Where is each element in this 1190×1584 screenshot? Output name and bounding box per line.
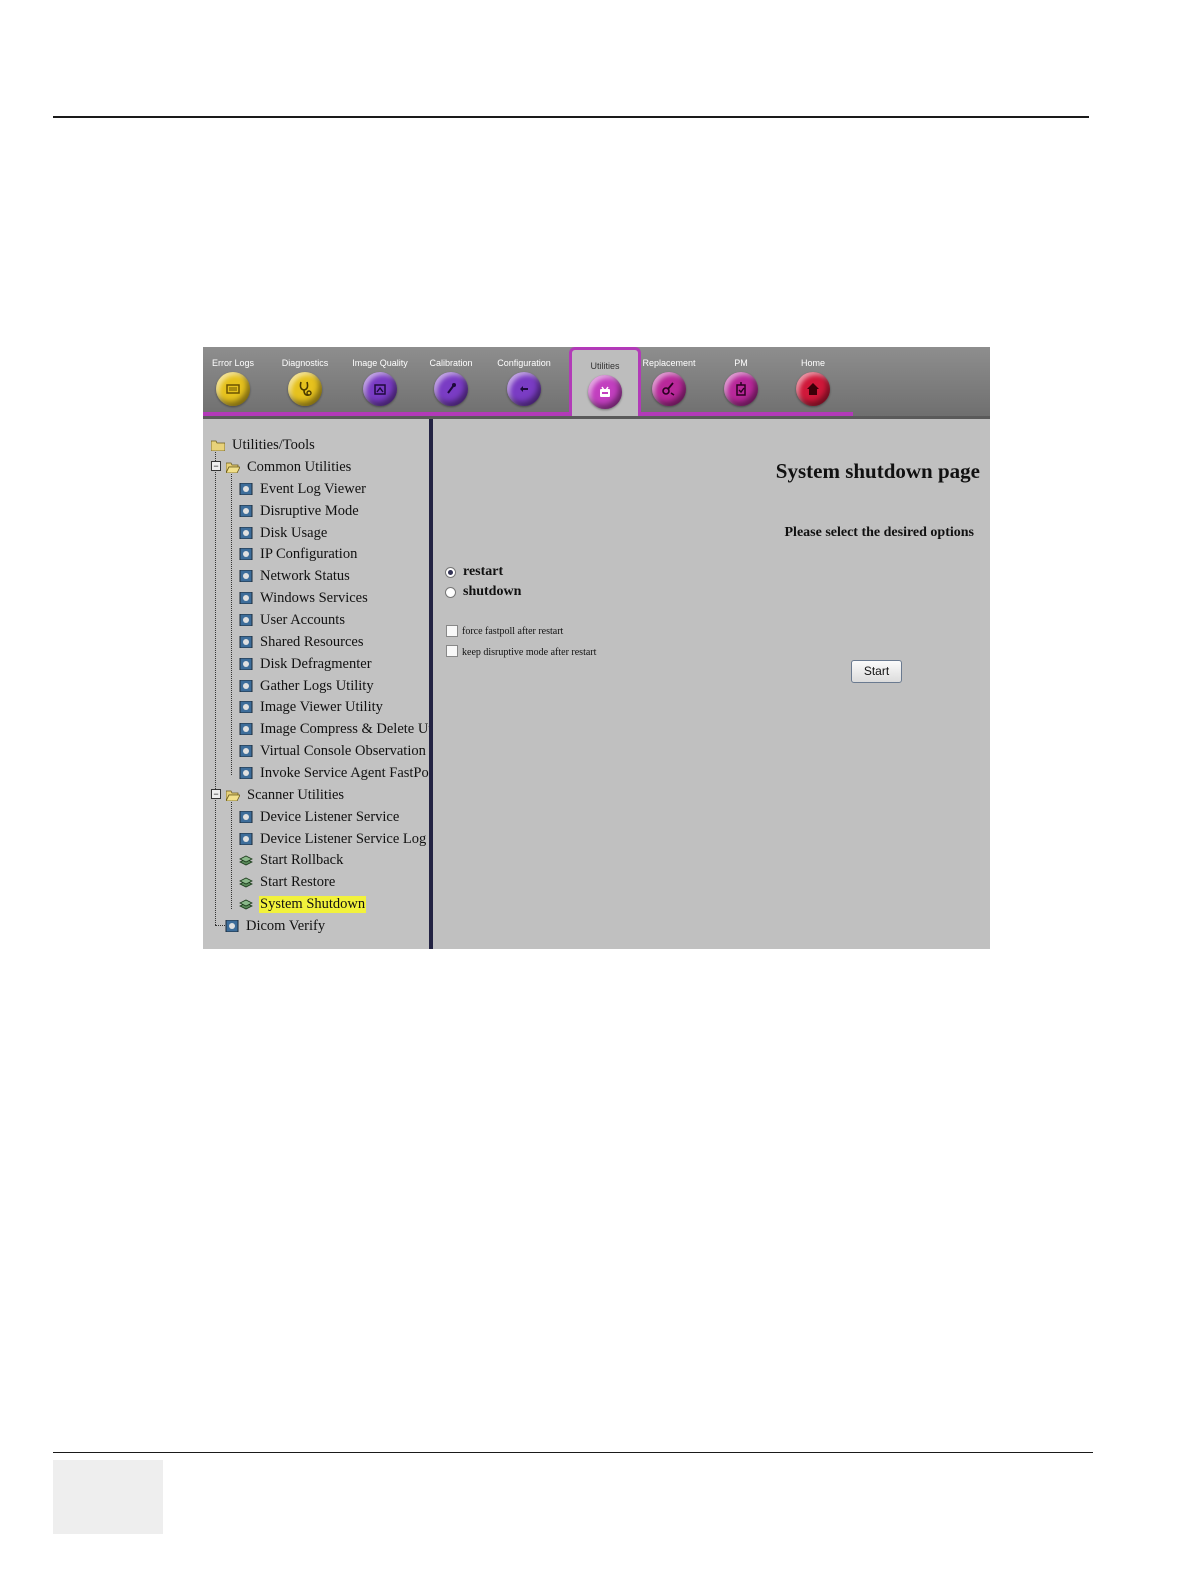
tab-image-quality[interactable]: Image Quality <box>347 347 413 411</box>
utility-icon <box>239 745 253 757</box>
configuration-icon <box>507 372 541 406</box>
tab-label: Configuration <box>497 358 551 368</box>
utility-icon <box>239 548 253 560</box>
tree-label: Device Listener Service Log <box>260 831 427 847</box>
page-subtitle: Please select the desired options <box>784 525 975 540</box>
service-toolbar: Error Logs Diagnostics Image Quality Cal… <box>203 347 990 419</box>
tree-label: Disk Usage <box>260 525 328 541</box>
open-folder-icon <box>226 462 240 473</box>
tree-label: Scanner Utilities <box>247 787 345 803</box>
utility-icon <box>239 527 253 539</box>
tree-label: Disk Defragmenter <box>260 656 372 672</box>
utility-icon <box>239 483 253 495</box>
utilities-icon <box>588 375 622 409</box>
utility-icon <box>239 723 253 735</box>
tree-label: Virtual Console Observation <box>260 743 426 759</box>
utility-icon <box>225 920 239 932</box>
tree-label: Device Listener Service <box>260 809 400 825</box>
tab-pm[interactable]: PM <box>708 347 774 411</box>
utility-icon <box>239 505 253 517</box>
utility-icon <box>239 658 253 670</box>
utility-icon <box>239 811 253 823</box>
tree-label: System Shutdown <box>259 896 367 913</box>
checkbox-label: force fastpoll after restart <box>462 626 564 637</box>
collapse-toggle-icon[interactable]: − <box>211 789 221 799</box>
replacement-icon <box>652 372 686 406</box>
tab-diagnostics[interactable]: Diagnostics <box>272 347 338 411</box>
tree-label: Image Compress & Delete Util <box>260 721 429 737</box>
utility-icon <box>239 614 253 626</box>
tab-utilities[interactable]: Utilities <box>569 347 641 416</box>
tree-connector <box>231 469 232 775</box>
footer-box <box>53 1460 163 1534</box>
tree-label: Event Log Viewer <box>260 481 366 497</box>
calibration-icon <box>434 372 468 406</box>
tree-label: Start Restore <box>260 874 336 890</box>
utility-icon <box>239 833 253 845</box>
tree-label: Windows Services <box>260 590 368 606</box>
tab-home[interactable]: Home <box>780 347 846 411</box>
checkbox-force-fastpoll[interactable] <box>446 625 458 637</box>
tab-label: Utilities <box>590 361 620 371</box>
tab-label: Home <box>800 358 825 368</box>
start-button[interactable]: Start <box>851 660 902 683</box>
radio-button[interactable] <box>445 587 456 598</box>
tree-label: Disruptive Mode <box>260 503 359 519</box>
tree-connector <box>231 797 232 909</box>
open-folder-icon <box>226 790 240 801</box>
tree-label: Shared Resources <box>260 634 364 650</box>
utility-icon <box>239 592 253 604</box>
tree-label: IP Configuration <box>260 546 358 562</box>
tab-label: Image Quality <box>352 358 408 368</box>
pm-icon <box>724 372 758 406</box>
tree-label: Dicom Verify <box>246 918 326 934</box>
tab-label: Replacement <box>642 358 696 368</box>
tab-calibration[interactable]: Calibration <box>418 347 484 411</box>
page-title: System shutdown page <box>775 459 980 483</box>
tab-replacement[interactable]: Replacement <box>636 347 702 411</box>
tab-label: Diagnostics <box>281 358 329 368</box>
utility-icon <box>239 680 253 692</box>
checkbox-label: keep disruptive mode after restart <box>462 647 597 658</box>
tree-label: Utilities/Tools <box>232 437 315 453</box>
utility-icon <box>239 767 253 779</box>
tab-error-logs[interactable]: Error Logs <box>203 347 266 411</box>
shutdown-panel: System shutdown page Please select the d… <box>433 419 990 949</box>
tab-label: PM <box>734 358 748 368</box>
utility-icon <box>239 570 253 582</box>
utility-icon <box>239 701 253 713</box>
tab-configuration[interactable]: Configuration <box>491 347 557 411</box>
service-screen: Error Logs Diagnostics Image Quality Cal… <box>203 347 990 949</box>
folder-icon <box>211 440 225 451</box>
header-rule <box>53 116 1089 118</box>
collapse-toggle-icon[interactable]: − <box>211 461 221 471</box>
radio-label: shutdown <box>463 584 522 599</box>
error-logs-icon <box>216 372 250 406</box>
tree-label: Invoke Service Agent FastPoll <box>260 765 429 781</box>
checkbox-keep-disruptive-mode[interactable] <box>446 645 458 657</box>
stack-icon <box>239 855 253 866</box>
tree-connector <box>215 925 225 926</box>
tree-label: Gather Logs Utility <box>260 678 374 694</box>
stack-icon <box>239 899 253 910</box>
tree-connector <box>215 445 216 925</box>
tree-label: Image Viewer Utility <box>260 699 383 715</box>
utilities-tree: − − Utilities/Tools Common Utilities Eve… <box>203 419 429 949</box>
image-quality-icon <box>363 372 397 406</box>
stack-icon <box>239 877 253 888</box>
footer-rule <box>53 1452 1093 1453</box>
stethoscope-icon <box>288 372 322 406</box>
home-icon <box>796 372 830 406</box>
tab-label: Calibration <box>429 358 473 368</box>
tab-label: Error Logs <box>211 358 255 368</box>
tree-label: Network Status <box>260 568 350 584</box>
tree-label: Common Utilities <box>247 459 352 475</box>
tree-label: User Accounts <box>260 612 345 628</box>
utility-icon <box>239 636 253 648</box>
tree-label: Start Rollback <box>260 852 344 868</box>
radio-label: restart <box>463 564 504 579</box>
radio-button[interactable] <box>445 567 456 578</box>
